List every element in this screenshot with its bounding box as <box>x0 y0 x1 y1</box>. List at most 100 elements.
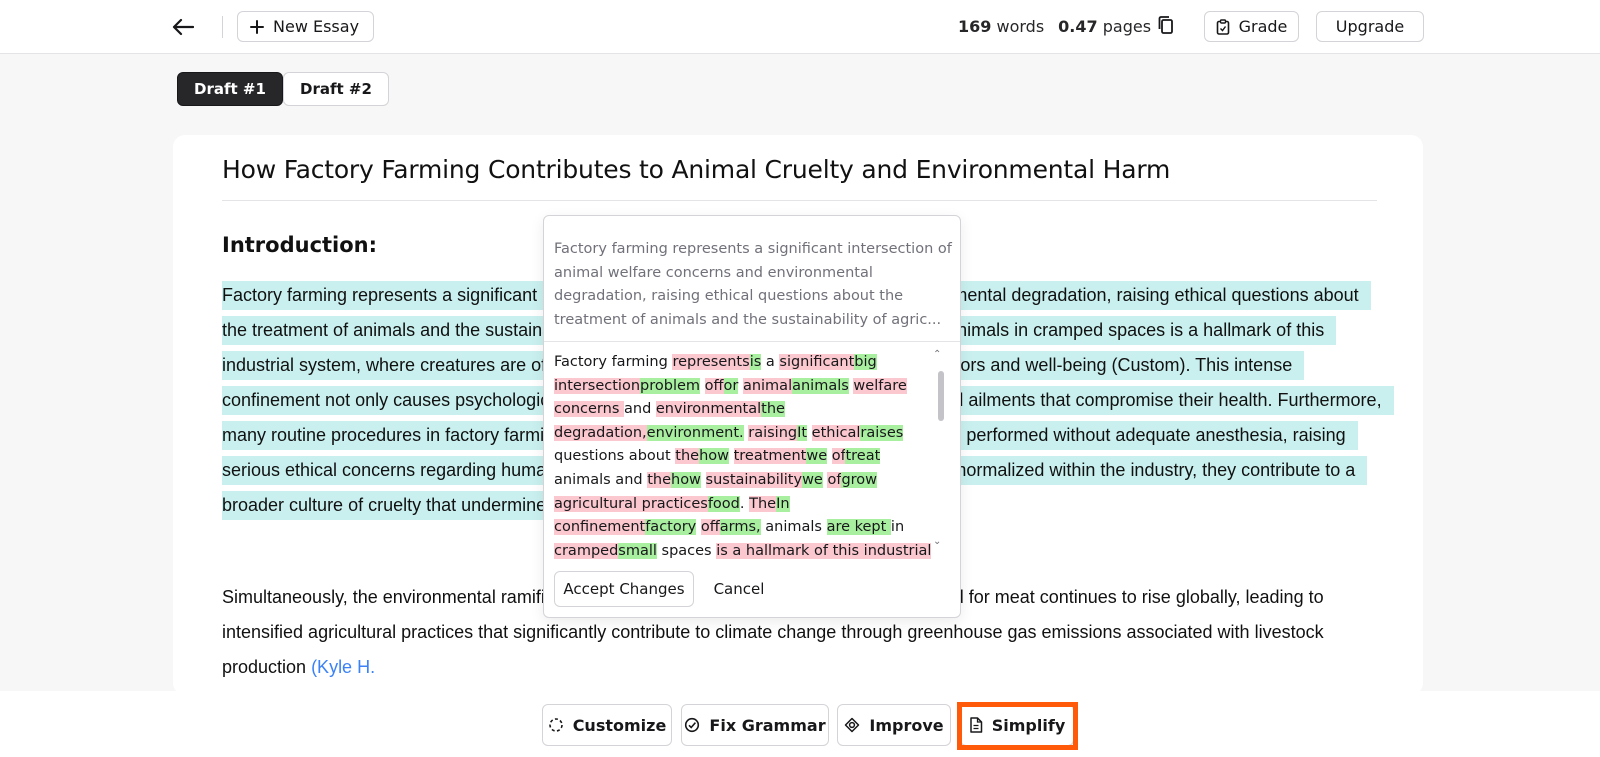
diff-unchanged <box>807 425 812 441</box>
diff-deletion: the <box>675 448 700 465</box>
diff-insertion: the <box>761 401 785 418</box>
diff-insertion: small <box>618 542 657 559</box>
diff-insertion: treat <box>845 448 881 465</box>
upgrade-label: Upgrade <box>1335 17 1405 36</box>
draft-tab-1-label: Draft #1 <box>194 80 266 98</box>
diff-deletion: of <box>831 448 846 465</box>
diff-insertion: is <box>749 354 762 370</box>
words-label: words <box>996 17 1045 36</box>
target-icon <box>845 717 860 733</box>
diff-deletion: degradation, <box>554 424 647 441</box>
diff-unchanged: spaces <box>656 542 717 559</box>
customize-button[interactable]: Customize <box>542 704 672 746</box>
simplify-popup: Factory farming represents a significant… <box>543 215 961 618</box>
copy-icon <box>1158 16 1173 34</box>
diff-unchanged: a <box>761 354 780 370</box>
arrow-left-icon <box>172 18 194 36</box>
draft-tab-1[interactable]: Draft #1 <box>177 72 283 106</box>
clipboard-icon <box>1216 18 1229 35</box>
scroll-down-icon[interactable]: ⌄ <box>933 536 941 547</box>
dashed-circle-icon <box>548 718 563 732</box>
grade-label: Grade <box>1238 17 1288 36</box>
header-divider <box>222 16 223 38</box>
diff-insertion: environment. <box>646 424 744 441</box>
diff-unchanged: . <box>739 495 750 512</box>
document-icon <box>970 717 982 733</box>
simplify-button[interactable]: Simplify <box>960 704 1074 746</box>
cancel-label: Cancel <box>713 580 765 598</box>
diff-insertion: problem <box>640 377 701 394</box>
diff-deletion: ethical <box>811 424 861 441</box>
accept-changes-button[interactable]: Accept Changes <box>554 571 694 607</box>
diff-insertion: how <box>699 448 729 465</box>
diff-deletion: of <box>827 471 842 488</box>
diff-insertion: In <box>776 495 790 512</box>
improve-button[interactable]: Improve <box>837 704 951 746</box>
diff-deletion: animal <box>742 377 793 394</box>
diff-deletion: agricultural practices <box>554 495 708 512</box>
draft-tab-2-label: Draft #2 <box>300 80 372 98</box>
diff-insertion: food <box>707 495 740 512</box>
cancel-button[interactable]: Cancel <box>704 571 774 607</box>
section-heading[interactable]: Introduction: <box>222 233 377 257</box>
diff-unchanged: in <box>890 519 905 536</box>
improve-label: Improve <box>869 715 944 735</box>
popup-divider <box>544 341 960 342</box>
diff-unchanged: animals <box>760 519 827 536</box>
back-button[interactable] <box>168 12 198 42</box>
title-divider <box>222 200 1377 201</box>
diff-insertion: grow <box>841 471 878 488</box>
diff-insertion: we <box>806 448 828 465</box>
grade-button[interactable]: Grade <box>1204 11 1299 42</box>
word-count: 169 <box>958 17 992 36</box>
diff-deletion: of <box>700 519 720 536</box>
diff-insertion: animals <box>792 377 849 394</box>
diff-unchanged <box>729 448 734 464</box>
diff-unchanged: animals and <box>554 471 648 488</box>
scroll-up-icon[interactable]: ⌃ <box>933 349 941 360</box>
diff-insertion: farms, <box>719 519 761 536</box>
diff-unchanged: questions about <box>554 448 676 465</box>
copy-button[interactable] <box>1156 15 1178 37</box>
diff-insertion: are kept <box>826 519 891 536</box>
fix-grammar-button[interactable]: Fix Grammar <box>681 704 829 746</box>
diff-deletion: environmental <box>655 401 762 418</box>
diff-scrollbar[interactable] <box>938 371 944 421</box>
diff-insertion: for <box>723 377 739 394</box>
upgrade-button[interactable]: Upgrade <box>1316 11 1424 42</box>
citation-link[interactable]: (Kyle H. <box>311 657 375 677</box>
draft-tab-2[interactable]: Draft #2 <box>283 72 389 106</box>
diff-unchanged: Factory farming <box>554 354 673 370</box>
accept-changes-label: Accept Changes <box>563 580 685 598</box>
diff-insertion: big <box>854 354 877 370</box>
diff-unchanged <box>700 378 705 394</box>
check-circle-icon <box>685 717 700 733</box>
diff-deletion: cramped <box>554 542 619 559</box>
diff-unchanged <box>701 472 706 488</box>
diff-deletion: The <box>749 495 777 512</box>
diff-insertion: how <box>671 471 701 488</box>
diff-insertion: factory <box>645 519 697 536</box>
new-essay-label: New Essay <box>273 17 360 36</box>
page-count: 0.47 <box>1058 17 1098 36</box>
suggested-changes-diff[interactable]: Factory farming representsis a significa… <box>554 351 934 566</box>
diff-deletion: intersection <box>554 377 641 394</box>
diff-insertion: It <box>797 424 808 441</box>
diff-deletion: confinement <box>554 519 646 536</box>
diff-deletion: significant <box>779 354 855 370</box>
diff-deletion: sustainability <box>705 471 803 488</box>
diff-deletion: represents <box>672 354 750 370</box>
diff-deletion: raising <box>748 424 798 441</box>
customize-label: Customize <box>572 715 667 735</box>
diff-insertion: we <box>802 471 823 488</box>
diff-deletion: treatment <box>733 448 807 465</box>
fix-grammar-label: Fix Grammar <box>709 715 826 735</box>
document-stats: 169 words 0.47 pages <box>958 17 1151 36</box>
pages-label: pages <box>1102 17 1152 36</box>
simplify-label: Simplify <box>991 715 1066 735</box>
new-essay-button[interactable]: New Essay <box>237 11 375 42</box>
original-text-preview: Factory farming represents a significant… <box>554 241 952 328</box>
essay-title[interactable]: How Factory Farming Contributes to Anima… <box>222 155 1170 184</box>
diff-insertion: raises <box>860 424 904 441</box>
diff-unchanged: and <box>624 401 656 418</box>
